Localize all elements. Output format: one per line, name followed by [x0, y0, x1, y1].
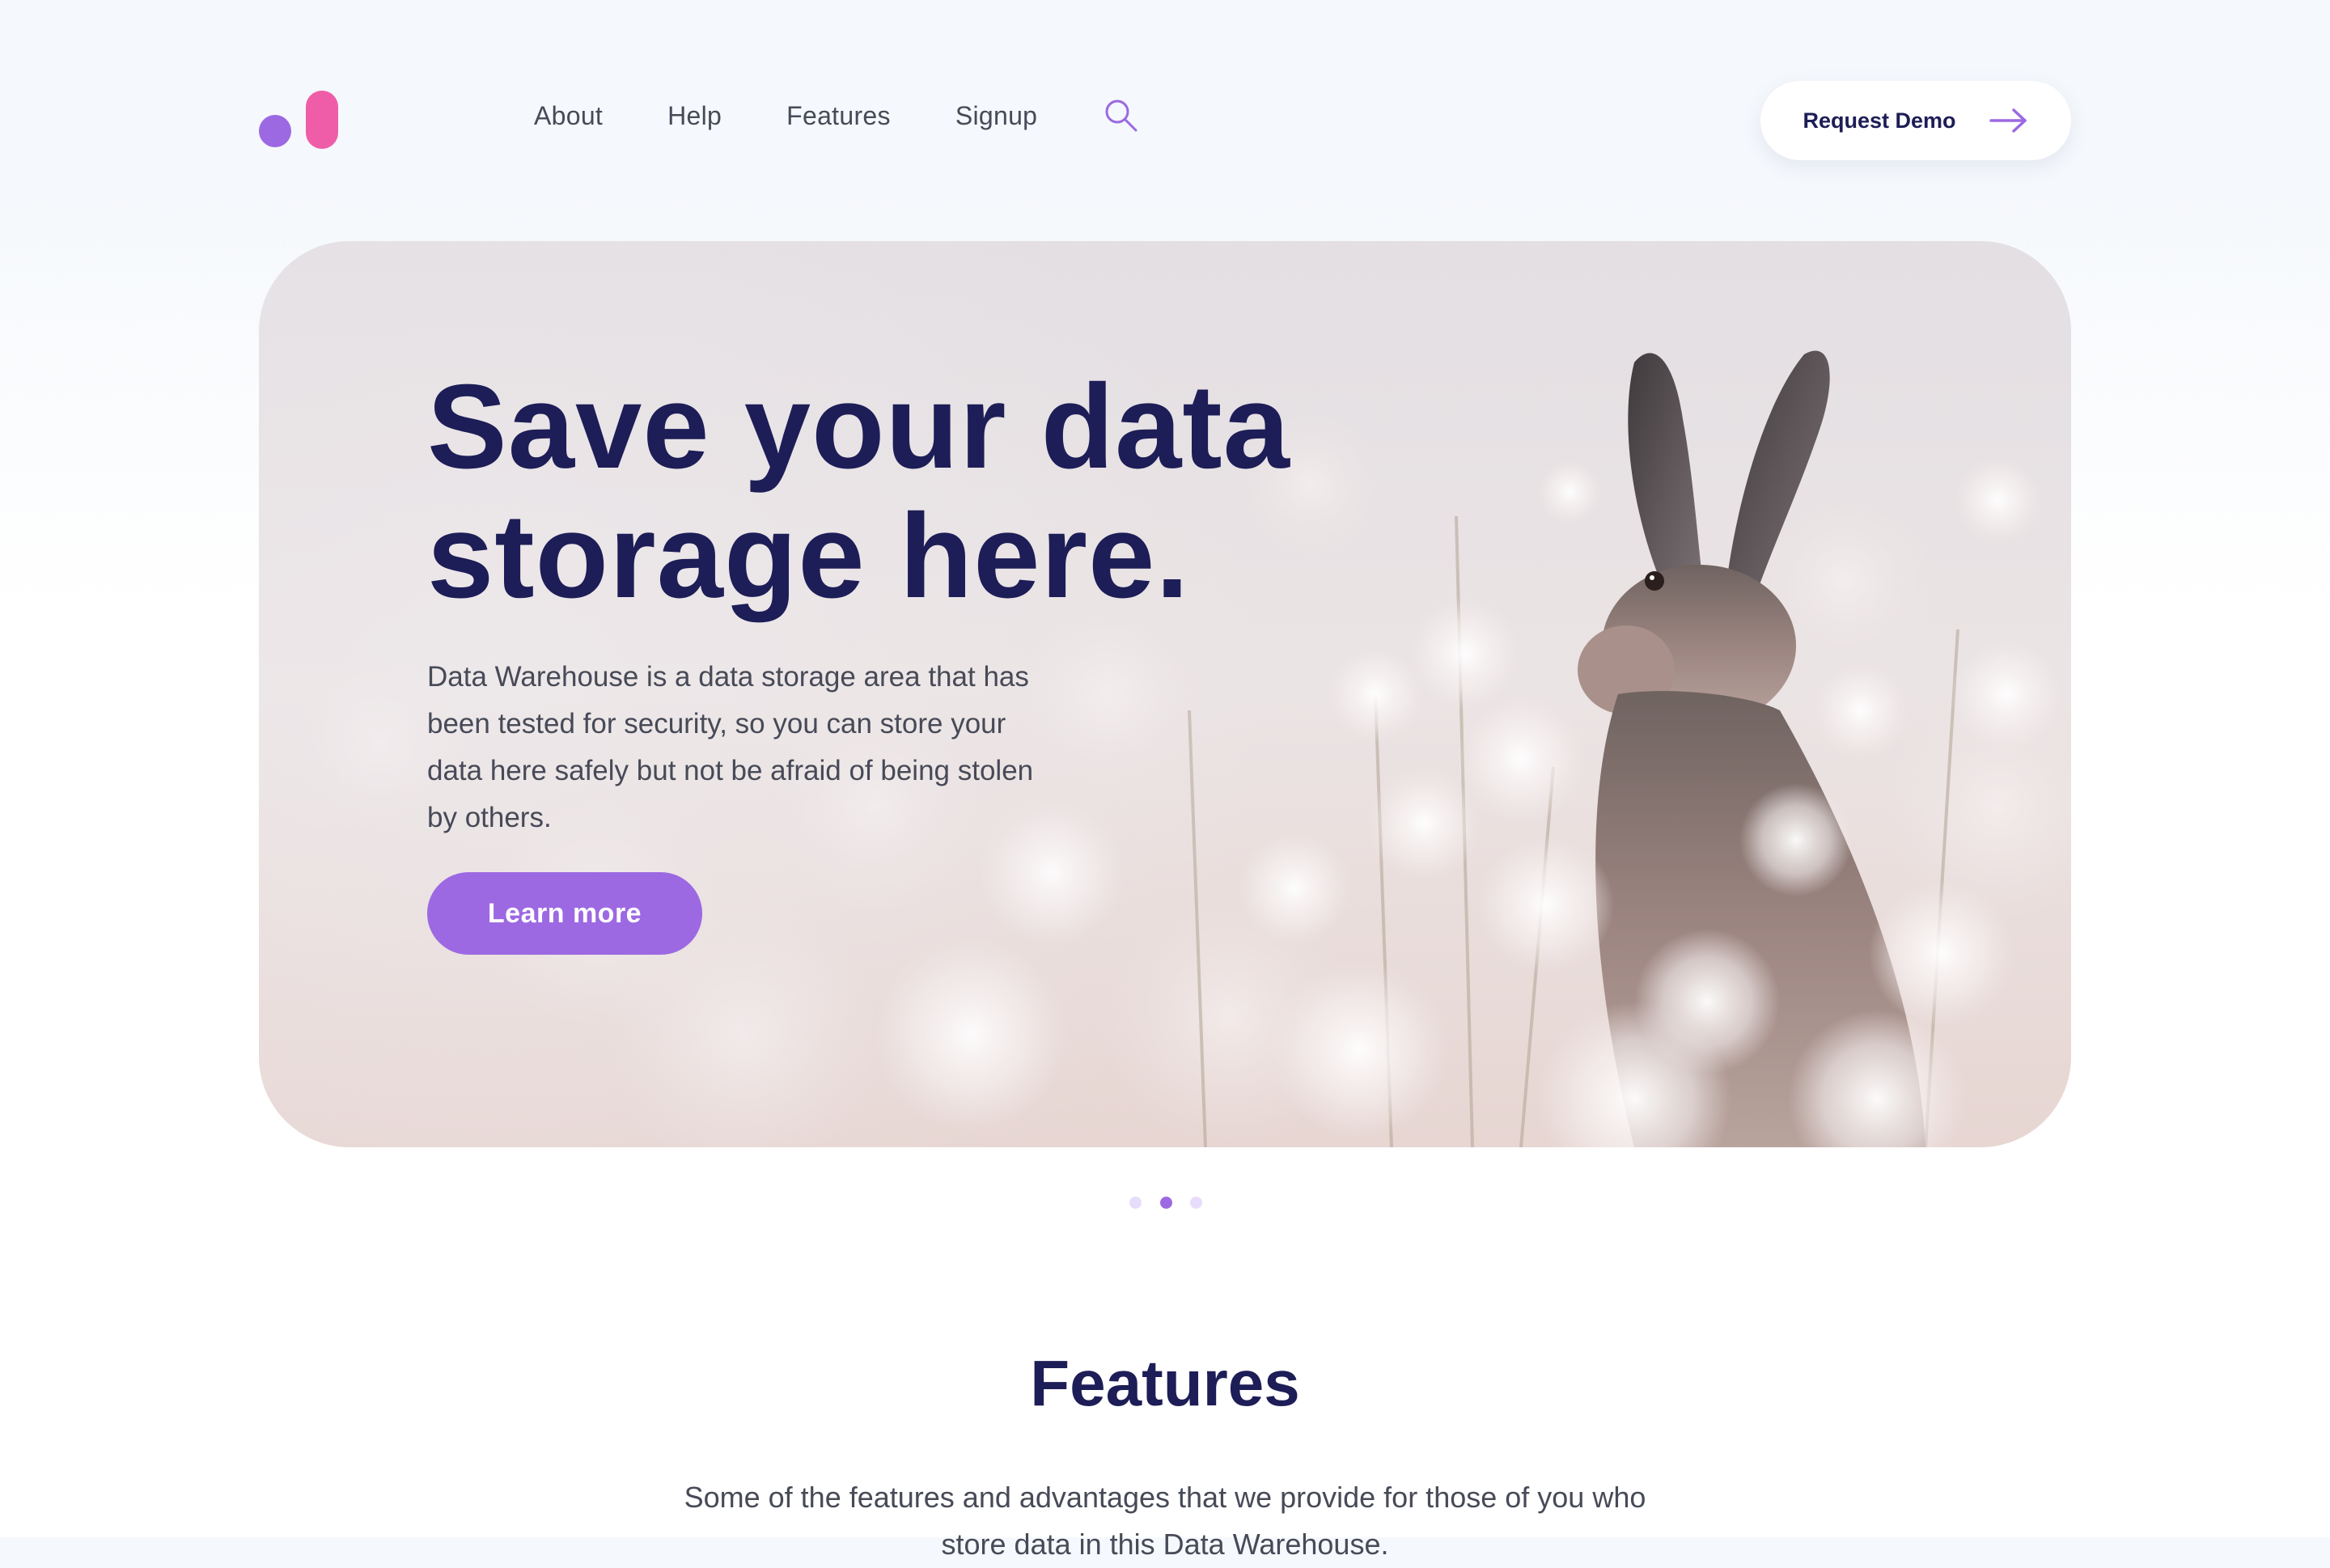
nav-link-about[interactable]: About — [534, 101, 603, 131]
main-nav: About Help Features Signup — [534, 95, 1141, 136]
hero-title: Save your data storage here. — [427, 362, 1479, 621]
nav-link-signup[interactable]: Signup — [955, 101, 1037, 131]
nav-link-help[interactable]: Help — [667, 101, 722, 131]
features-heading: Features — [1030, 1347, 1300, 1419]
nav-link-features[interactable]: Features — [786, 101, 891, 131]
request-demo-button[interactable]: Request Demo — [1760, 81, 2071, 160]
hero-title-line-2: storage here. — [427, 489, 1190, 623]
carousel-dot-2-active[interactable] — [1159, 1196, 1172, 1209]
logo[interactable] — [259, 91, 348, 152]
logo-pill-shape — [306, 91, 338, 149]
logo-dot-shape — [259, 115, 291, 147]
hero-title-line-1: Save your data — [427, 360, 1290, 494]
arrow-right-icon — [1989, 107, 2029, 134]
carousel-dot-3[interactable] — [1190, 1196, 1202, 1209]
request-demo-label: Request Demo — [1803, 108, 1956, 133]
learn-more-button[interactable]: Learn more — [427, 872, 702, 955]
carousel-dots — [1129, 1194, 1202, 1210]
hero-banner: Save your data storage here. Data Wareho… — [259, 241, 2071, 1147]
site-header: About Help Features Signup Request Demo — [0, 0, 2330, 243]
features-description: Some of the features and advantages that… — [684, 1481, 1646, 1561]
carousel-dot-1[interactable] — [1129, 1196, 1142, 1209]
search-icon[interactable] — [1102, 96, 1141, 135]
hero-description: Data Warehouse is a data storage area th… — [427, 661, 1034, 833]
